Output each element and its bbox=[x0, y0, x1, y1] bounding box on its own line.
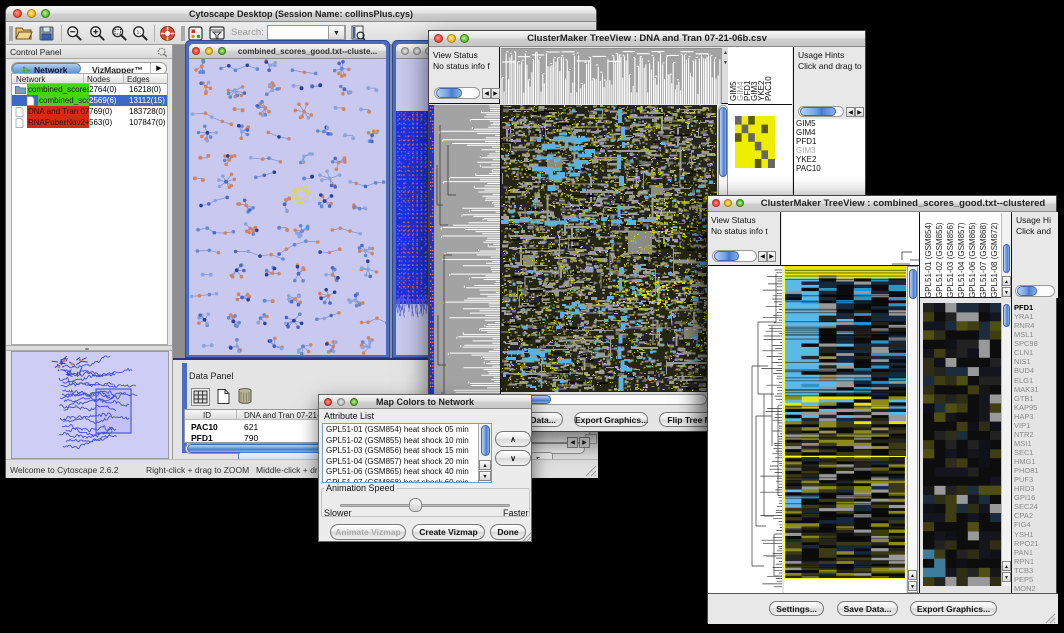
svg-text:1:: 1: bbox=[136, 30, 141, 36]
